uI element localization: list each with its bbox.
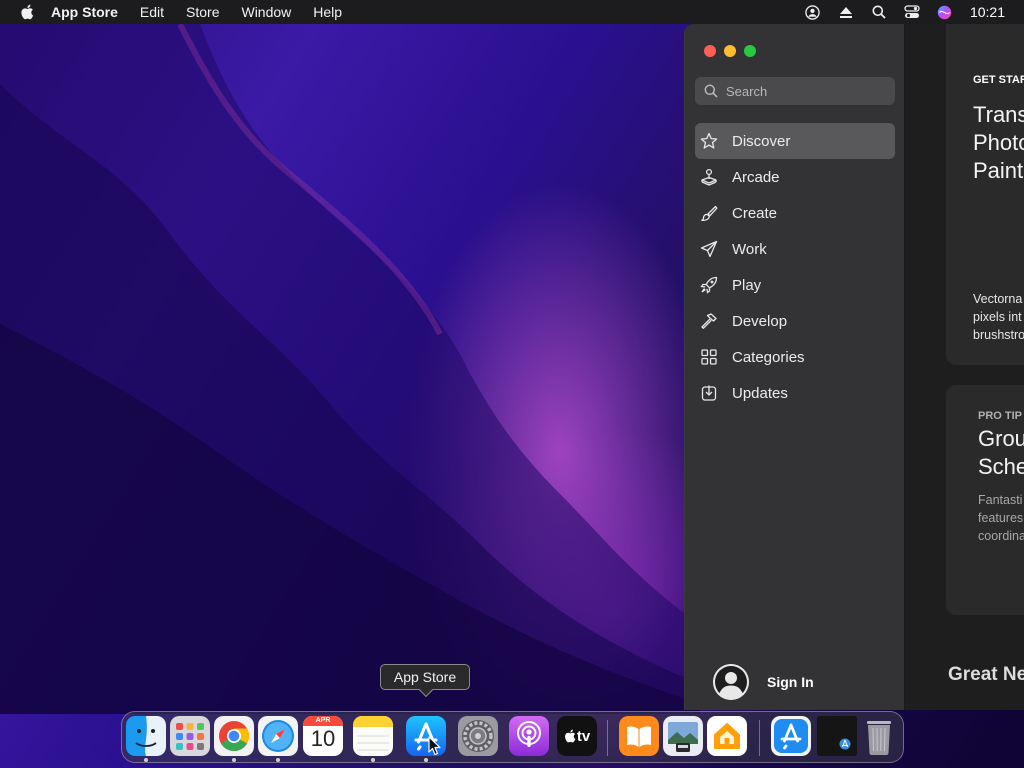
pro-tip-card[interactable]: PRO TIP Grou Sche Fantasti features coor… xyxy=(946,385,1024,615)
grid-icon xyxy=(700,348,718,366)
sidebar-item-arcade[interactable]: Arcade xyxy=(695,159,895,195)
card-eyebrow: GET STAR xyxy=(973,74,1024,86)
hammer-icon xyxy=(700,312,718,330)
sidebar-item-develop[interactable]: Develop xyxy=(695,303,895,339)
dock-separator xyxy=(607,720,608,756)
sidebar-item-label: Categories xyxy=(732,348,805,366)
search-placeholder: Search xyxy=(726,83,768,99)
apple-tv-label: tv xyxy=(576,727,591,745)
minimize-button[interactable] xyxy=(724,45,736,57)
running-indicator xyxy=(232,758,236,762)
sidebar-item-label: Create xyxy=(732,204,778,222)
calendar-day: 10 xyxy=(310,726,336,751)
app-store-window: Search Discover Arcade Create Work Play xyxy=(684,24,1024,710)
user-account-icon[interactable] xyxy=(805,4,821,20)
preview-icon[interactable] xyxy=(663,716,703,756)
safari-icon[interactable] xyxy=(258,716,298,756)
sidebar-item-play[interactable]: Play xyxy=(695,267,895,303)
sidebar-item-label: Arcade xyxy=(732,168,780,186)
sidebar-nav: Discover Arcade Create Work Play Develop xyxy=(695,123,895,411)
finder-icon[interactable] xyxy=(126,716,166,756)
sign-in-button[interactable]: Sign In xyxy=(695,664,814,700)
app-store-download-icon[interactable] xyxy=(771,716,811,756)
calendar-icon[interactable]: APR 10 xyxy=(303,716,343,756)
featured-card[interactable]: GET STAR Trans Photo Paint Vectorna pixe… xyxy=(946,24,1024,365)
close-button[interactable] xyxy=(704,45,716,57)
sidebar-item-label: Updates xyxy=(732,384,788,402)
notes-icon[interactable] xyxy=(353,716,393,756)
sidebar-item-updates[interactable]: Updates xyxy=(695,375,895,411)
brush-icon xyxy=(700,204,718,222)
system-preferences-icon[interactable] xyxy=(458,716,498,756)
sidebar-item-label: Discover xyxy=(732,132,791,150)
minimized-window-icon[interactable] xyxy=(817,716,857,756)
apple-logo-icon[interactable] xyxy=(17,4,37,20)
sidebar-item-label: Develop xyxy=(732,312,788,330)
sign-in-label: Sign In xyxy=(767,674,814,690)
menu-bar: App Store Edit Store Window Help 10:21 xyxy=(0,0,1024,24)
sidebar-item-discover[interactable]: Discover xyxy=(695,123,895,159)
app-store-icon[interactable] xyxy=(406,716,446,756)
dock: APR 10 tv xyxy=(121,711,904,763)
sidebar-item-create[interactable]: Create xyxy=(695,195,895,231)
card-eyebrow: PRO TIP xyxy=(978,410,1023,422)
sidebar-item-label: Play xyxy=(732,276,762,294)
dock-tooltip: App Store xyxy=(380,664,470,690)
menu-edit[interactable]: Edit xyxy=(140,4,164,20)
wallpaper xyxy=(0,24,700,714)
sidebar-item-categories[interactable]: Categories xyxy=(695,339,895,375)
search-field[interactable]: Search xyxy=(695,77,895,105)
podcasts-icon[interactable] xyxy=(509,716,549,756)
rocket-icon xyxy=(700,276,718,294)
joystick-icon xyxy=(700,168,718,186)
menu-clock[interactable]: 10:21 xyxy=(970,4,1005,20)
zoom-button[interactable] xyxy=(744,45,756,57)
mouse-cursor-icon xyxy=(428,736,441,756)
search-icon xyxy=(704,84,718,98)
chrome-icon[interactable] xyxy=(214,716,254,756)
calendar-month: APR xyxy=(303,716,343,726)
app-badge-icon xyxy=(839,738,851,750)
dock-separator xyxy=(759,720,760,756)
menu-store[interactable]: Store xyxy=(186,4,219,20)
spotlight-search-icon[interactable] xyxy=(871,4,887,20)
sidebar: Search Discover Arcade Create Work Play xyxy=(685,24,905,710)
menu-help[interactable]: Help xyxy=(313,4,342,20)
avatar xyxy=(713,664,749,700)
menu-app-name[interactable]: App Store xyxy=(51,4,118,20)
sidebar-item-work[interactable]: Work xyxy=(695,231,895,267)
running-indicator xyxy=(424,758,428,762)
running-indicator xyxy=(144,758,148,762)
sidebar-item-label: Work xyxy=(732,240,767,258)
home-icon[interactable] xyxy=(707,716,747,756)
section-title: Great Ne xyxy=(948,664,1024,685)
siri-icon[interactable] xyxy=(937,4,953,20)
trash-icon[interactable] xyxy=(859,716,899,756)
download-tray-icon xyxy=(700,384,718,402)
books-icon[interactable] xyxy=(619,716,659,756)
card-description: Fantasti features coordina xyxy=(978,493,1024,543)
eject-icon[interactable] xyxy=(838,4,854,20)
control-center-icon[interactable] xyxy=(904,4,920,20)
discover-content: GET STAR Trans Photo Paint Vectorna pixe… xyxy=(906,24,1024,710)
card-headline: Grou Sche xyxy=(978,426,1024,479)
running-indicator xyxy=(371,758,375,762)
paper-plane-icon xyxy=(700,240,718,258)
apple-tv-icon[interactable]: tv xyxy=(557,716,597,756)
star-icon xyxy=(700,132,718,150)
card-description: Vectorna pixels int brushstro xyxy=(973,292,1024,342)
menu-window[interactable]: Window xyxy=(241,4,291,20)
card-headline: Trans Photo Paint xyxy=(973,102,1024,183)
launchpad-icon[interactable] xyxy=(170,716,210,756)
running-indicator xyxy=(276,758,280,762)
